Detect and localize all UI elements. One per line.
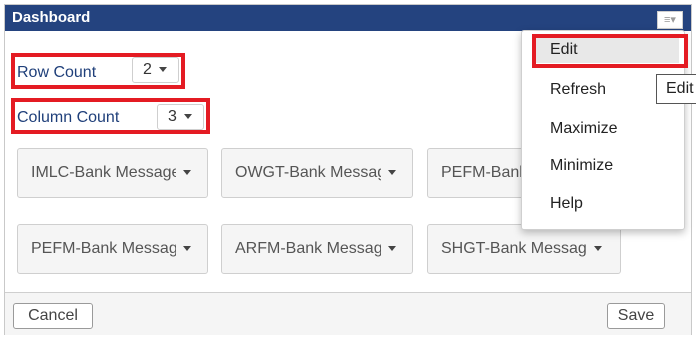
widget-dropdown[interactable]: IMLC-Bank Message [17, 148, 208, 198]
caret-down-icon [183, 114, 192, 120]
widget-dropdown-label: SHGT-Bank Messag [441, 240, 587, 257]
dashboard-title: Dashboard [12, 9, 91, 26]
row-count-dropdown[interactable]: 2 [132, 57, 179, 83]
row-count-label: Row Count [17, 64, 97, 81]
row-count-value: 2 [143, 61, 152, 78]
edit-highlight [532, 34, 688, 68]
dashboard-footer: Cancel Save [5, 292, 691, 335]
menu-item-minimize[interactable]: Minimize [550, 157, 613, 175]
save-button[interactable]: Save [607, 303, 665, 329]
menu-item-maximize[interactable]: Maximize [550, 120, 618, 138]
widget-dropdown-label: PEFM-Bank Messag [31, 240, 176, 257]
caret-down-icon [388, 170, 396, 176]
widget-dropdown-label: ARFM-Bank Messag [235, 240, 381, 257]
widget-dropdown[interactable]: SHGT-Bank Messag [427, 224, 621, 274]
caret-down-icon [158, 67, 167, 73]
widget-dropdown-label: OWGT-Bank Messag [235, 164, 381, 181]
widget-dropdown[interactable]: PEFM-Bank Messag [17, 224, 208, 274]
column-count-value: 3 [168, 108, 177, 125]
caret-down-icon [388, 246, 396, 252]
dashboard-header: Dashboard ≡▾ [5, 5, 691, 31]
hamburger-dropdown-icon: ≡▾ [664, 14, 676, 26]
widget-dropdown-label: IMLC-Bank Message [31, 164, 176, 181]
menu-item-refresh[interactable]: Refresh [550, 81, 606, 99]
edit-tooltip: Edit [656, 74, 696, 104]
caret-down-icon [183, 246, 191, 252]
column-count-label: Column Count [17, 109, 120, 126]
caret-down-icon [593, 246, 602, 252]
dashboard-menu-button[interactable]: ≡▾ [657, 11, 683, 29]
cancel-button[interactable]: Cancel [13, 303, 93, 329]
column-count-dropdown[interactable]: 3 [157, 104, 204, 130]
menu-item-help[interactable]: Help [550, 195, 583, 213]
widget-dropdown[interactable]: ARFM-Bank Messag [221, 224, 413, 274]
caret-down-icon [183, 170, 191, 176]
widget-dropdown[interactable]: OWGT-Bank Messag [221, 148, 413, 198]
